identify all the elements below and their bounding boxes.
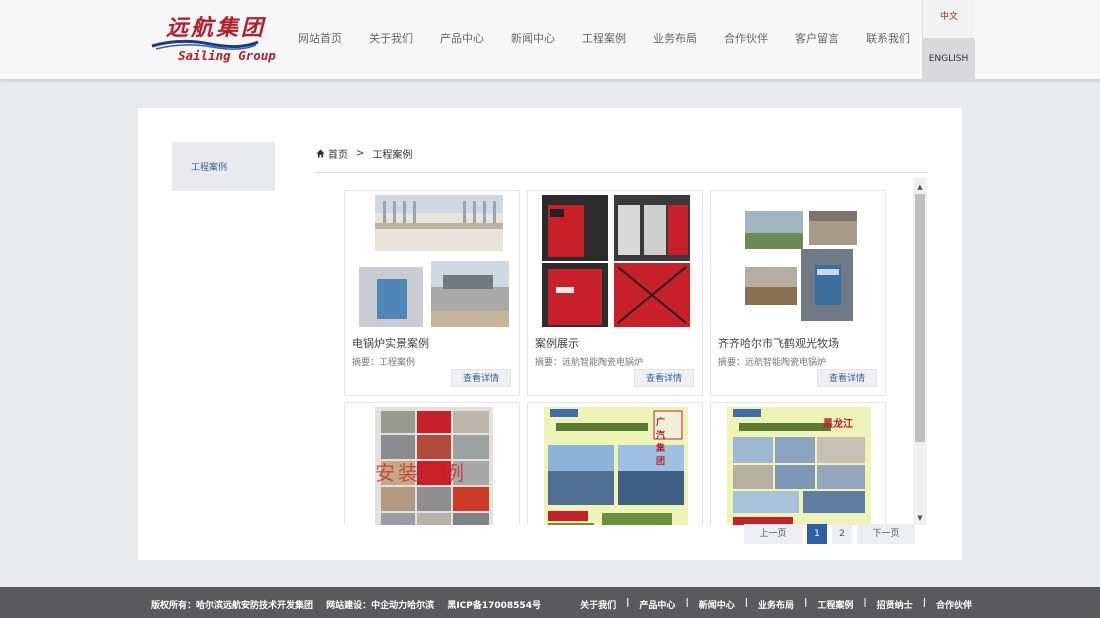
language-switcher: 中文 ENGLISH bbox=[922, 0, 975, 80]
footer-divider: | bbox=[863, 598, 867, 608]
view-details-button[interactable]: 查看详情 bbox=[634, 369, 694, 387]
footer-links: 关于我们 | 产品中心 | 新闻中心 | 业务布局 | 工程案例 | 招贤纳士 … bbox=[580, 598, 972, 611]
page-2-button[interactable]: 2 bbox=[832, 524, 852, 544]
sidebar-item-cases[interactable]: 工程案例 bbox=[191, 160, 227, 173]
case-overlay-text: 黑龙江 bbox=[823, 419, 853, 430]
view-details-button[interactable]: 查看详情 bbox=[817, 369, 877, 387]
footer-divider: | bbox=[626, 598, 630, 608]
content-panel: 工程案例 首页 > 工程案例 电锅炉实景案例 摘要：工程案例 查看详情 案例展示… bbox=[138, 108, 962, 560]
case-thumbnail bbox=[359, 195, 509, 327]
case-card[interactable]: 黑龙江 bbox=[710, 402, 886, 525]
nav-contact[interactable]: 联系我们 bbox=[866, 30, 910, 46]
logo[interactable]: 远航集团 Sailing Group bbox=[150, 8, 280, 68]
nav-home[interactable]: 网站首页 bbox=[298, 30, 342, 46]
home-icon bbox=[316, 149, 325, 158]
footer-link-about[interactable]: 关于我们 bbox=[580, 598, 616, 611]
view-details-button[interactable]: 查看详情 bbox=[451, 369, 511, 387]
scrollbar-thumb[interactable] bbox=[915, 194, 925, 442]
footer-link-business[interactable]: 业务布局 bbox=[758, 598, 794, 611]
footer-divider: | bbox=[804, 598, 808, 608]
nav-cases[interactable]: 工程案例 bbox=[582, 30, 626, 46]
case-grid: 电锅炉实景案例 摘要：工程案例 查看详情 案例展示 摘要：远航智能陶瓷电锅炉 查… bbox=[344, 190, 914, 525]
case-thumbnail bbox=[544, 407, 688, 525]
breadcrumb-divider bbox=[316, 172, 928, 173]
site-footer: 版权所有：哈尔滨远航安防技术开发集团 网站建设：中企动力哈尔滨 黑ICP备170… bbox=[0, 587, 1100, 618]
footer-link-products[interactable]: 产品中心 bbox=[639, 598, 675, 611]
case-title[interactable]: 电锅炉实景案例 bbox=[352, 335, 429, 351]
scroll-down-icon[interactable]: ▼ bbox=[913, 511, 927, 525]
footer-icp[interactable]: 黑ICP备17008554号 bbox=[447, 601, 541, 611]
case-card[interactable]: 广汽集团 bbox=[527, 402, 703, 525]
case-summary: 摘要：远航智能陶瓷电锅炉 bbox=[718, 358, 827, 368]
sidebar: 工程案例 bbox=[172, 142, 275, 191]
nav-business[interactable]: 业务布局 bbox=[653, 30, 697, 46]
case-summary: 摘要：远航智能陶瓷电锅炉 bbox=[535, 358, 644, 368]
footer-copyright: 版权所有：哈尔滨远航安防技术开发集团 bbox=[151, 601, 314, 611]
breadcrumb-current: 工程案例 bbox=[372, 150, 413, 161]
nav-about[interactable]: 关于我们 bbox=[369, 30, 413, 46]
footer-divider: | bbox=[685, 598, 689, 608]
case-card[interactable]: 电锅炉实景案例 摘要：工程案例 查看详情 bbox=[344, 190, 520, 396]
lang-chinese-button[interactable]: 中文 bbox=[922, 0, 975, 38]
case-title[interactable]: 齐齐哈尔市飞鹤观光牧场 bbox=[718, 335, 839, 351]
page-1-button[interactable]: 1 bbox=[807, 524, 827, 544]
breadcrumb-home-link[interactable]: 首页 bbox=[328, 146, 348, 161]
nav-messages[interactable]: 客户留言 bbox=[795, 30, 839, 46]
breadcrumb: 首页 > 工程案例 bbox=[316, 146, 412, 161]
scroll-up-icon[interactable]: ▲ bbox=[913, 180, 927, 194]
footer-info: 版权所有：哈尔滨远航安防技术开发集团 网站建设：中企动力哈尔滨 黑ICP备170… bbox=[151, 598, 551, 611]
case-card[interactable]: 案例展示 摘要：远航智能陶瓷电锅炉 查看详情 bbox=[527, 190, 703, 396]
lang-english-button[interactable]: ENGLISH bbox=[922, 38, 975, 80]
case-overlay-text: 安装案例 bbox=[375, 461, 467, 485]
prev-page-button[interactable]: 上一页 bbox=[744, 524, 802, 544]
footer-builder: 网站建设：中企动力哈尔滨 bbox=[326, 601, 435, 611]
case-overlay-text: 广汽集团 bbox=[656, 418, 666, 467]
footer-divider: | bbox=[744, 598, 749, 608]
scrollbar[interactable]: ▲ ▼ bbox=[913, 178, 927, 525]
footer-link-cases[interactable]: 工程案例 bbox=[817, 598, 853, 611]
case-thumbnail bbox=[727, 407, 871, 525]
footer-link-jobs[interactable]: 招贤纳士 bbox=[877, 598, 913, 611]
logo-en-text: Sailing Group bbox=[178, 48, 276, 63]
nav-news[interactable]: 新闻中心 bbox=[511, 30, 555, 46]
nav-products[interactable]: 产品中心 bbox=[440, 30, 484, 46]
site-header: 远航集团 Sailing Group 网站首页 关于我们 产品中心 新闻中心 工… bbox=[0, 0, 1100, 80]
footer-link-partners[interactable]: 合作伙伴 bbox=[936, 598, 972, 611]
footer-link-news[interactable]: 新闻中心 bbox=[699, 598, 735, 611]
breadcrumb-separator: > bbox=[356, 148, 365, 159]
footer-divider: | bbox=[922, 598, 926, 608]
main-nav: 网站首页 关于我们 产品中心 新闻中心 工程案例 业务布局 合作伙伴 客户留言 … bbox=[298, 30, 937, 46]
case-summary: 摘要：工程案例 bbox=[352, 358, 416, 368]
case-card[interactable]: 安装案例 bbox=[344, 402, 520, 525]
case-card[interactable]: 齐齐哈尔市飞鹤观光牧场 摘要：远航智能陶瓷电锅炉 查看详情 bbox=[710, 190, 886, 396]
case-title[interactable]: 案例展示 bbox=[535, 335, 579, 351]
case-thumbnail bbox=[542, 195, 690, 327]
pagination: 上一页 1 2 下一页 bbox=[744, 524, 915, 544]
next-page-button[interactable]: 下一页 bbox=[857, 524, 915, 544]
case-thumbnail bbox=[745, 211, 857, 321]
nav-partners[interactable]: 合作伙伴 bbox=[724, 30, 768, 46]
